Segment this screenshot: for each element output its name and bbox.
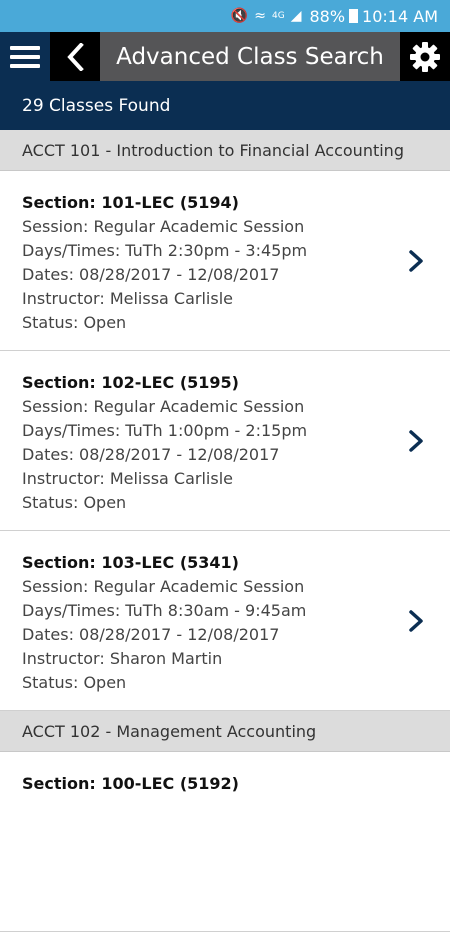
hamburger-icon — [10, 45, 40, 50]
class-list: ACCT 101 - Introduction to Financial Acc… — [0, 130, 450, 932]
back-chevron-icon — [67, 42, 84, 71]
section-dates: Dates: 08/28/2017 - 12/08/2017 — [22, 625, 280, 644]
settings-button[interactable] — [400, 32, 450, 81]
page-title-container: Advanced Class Search — [100, 32, 400, 81]
section-instructor: Instructor: Melissa Carlisle — [22, 289, 233, 308]
section-item[interactable]: Section: 100-LEC (5192) — [0, 752, 450, 932]
chevron-right-icon[interactable] — [406, 429, 426, 453]
course-title: ACCT 102 - Management Accounting — [22, 721, 317, 741]
section-session: Session: Regular Academic Session — [22, 577, 305, 596]
section-item[interactable]: Section: 102-LEC (5195) Session: Regular… — [0, 351, 450, 531]
section-session: Session: Regular Academic Session — [22, 217, 305, 236]
clock: 10:14 AM — [362, 6, 438, 26]
section-status: Status: Open — [22, 673, 127, 692]
page-title: Advanced Class Search — [116, 43, 384, 70]
section-days-times: Days/Times: TuTh 2:30pm - 3:45pm — [22, 241, 308, 260]
course-header: ACCT 102 - Management Accounting — [0, 711, 450, 752]
section-days-times: Days/Times: TuTh 8:30am - 9:45am — [22, 601, 307, 620]
gear-icon — [410, 41, 440, 72]
battery-percent: 88% — [309, 6, 346, 26]
course-header: ACCT 101 - Introduction to Financial Acc… — [0, 130, 450, 171]
results-count-bar: 29 Classes Found — [0, 81, 450, 130]
section-dates: Dates: 08/28/2017 - 12/08/2017 — [22, 265, 280, 284]
section-dates: Dates: 08/28/2017 - 12/08/2017 — [22, 445, 280, 464]
section-item[interactable]: Section: 103-LEC (5341) Session: Regular… — [0, 531, 450, 711]
section-days-times: Days/Times: TuTh 1:00pm - 2:15pm — [22, 421, 308, 440]
wifi-icon: ≈ — [254, 8, 266, 24]
section-id: Section: 101-LEC (5194) — [22, 193, 239, 212]
section-id: Section: 102-LEC (5195) — [22, 373, 239, 392]
section-status: Status: Open — [22, 313, 127, 332]
mute-icon: 🔇 — [230, 8, 249, 24]
section-item[interactable]: Section: 101-LEC (5194) Session: Regular… — [0, 171, 450, 351]
chevron-right-icon[interactable] — [406, 249, 426, 273]
back-button[interactable] — [50, 32, 100, 81]
network-label: 4G — [272, 11, 285, 21]
signal-icon: ◢ — [290, 8, 302, 24]
chevron-right-icon[interactable] — [406, 609, 426, 633]
section-id: Section: 100-LEC (5192) — [22, 774, 239, 793]
results-count: 29 Classes Found — [22, 95, 171, 116]
top-app-bar: Advanced Class Search — [0, 32, 450, 81]
menu-button[interactable] — [0, 32, 50, 81]
section-session: Session: Regular Academic Session — [22, 397, 305, 416]
course-title: ACCT 101 - Introduction to Financial Acc… — [22, 140, 404, 160]
section-instructor: Instructor: Melissa Carlisle — [22, 469, 233, 488]
section-status: Status: Open — [22, 493, 127, 512]
battery-icon — [349, 9, 359, 23]
status-bar: 🔇 ≈ 4G ◢ 88% 10:14 AM — [0, 0, 450, 32]
section-id: Section: 103-LEC (5341) — [22, 553, 239, 572]
section-instructor: Instructor: Sharon Martin — [22, 649, 223, 668]
